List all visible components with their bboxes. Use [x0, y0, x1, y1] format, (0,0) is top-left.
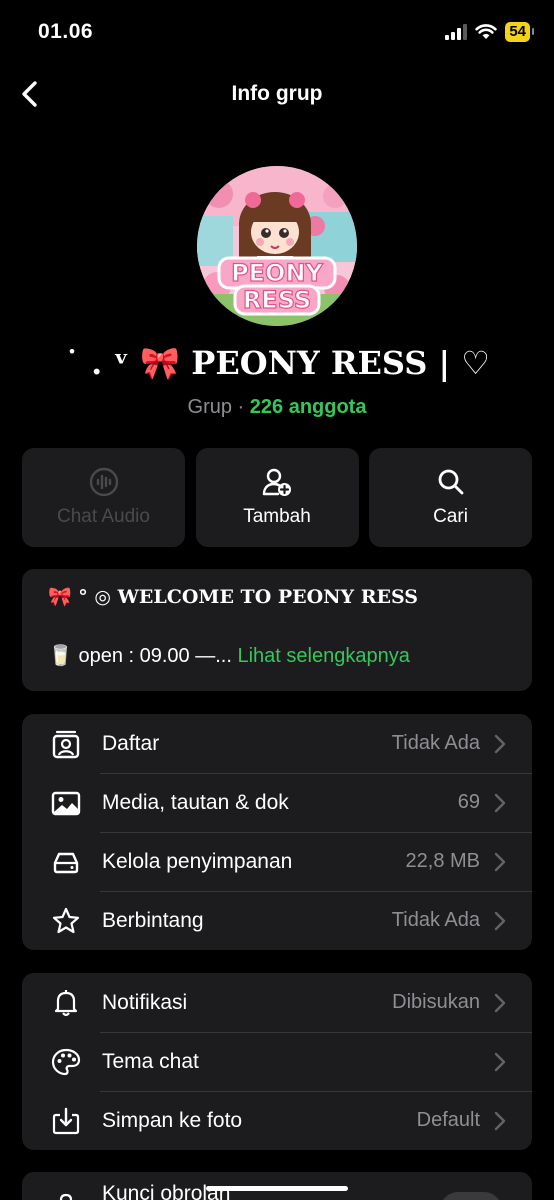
row-label: Media, tautan & dok	[102, 790, 289, 814]
description-title: 🎀 ° ◎ WELCOME TO PEONY RESS	[48, 586, 419, 608]
row-label: Berbintang	[102, 908, 204, 932]
chevron-right-icon	[494, 734, 506, 754]
row-daftar[interactable]: Daftar Tidak Ada	[22, 714, 532, 773]
star-icon	[50, 905, 82, 937]
row-value: Tidak Ada	[391, 732, 480, 754]
add-member-button[interactable]: Tambah	[195, 448, 359, 547]
status-icons: 54	[445, 22, 534, 42]
signal-icon	[445, 24, 468, 40]
group-type-label: Grup ·	[187, 396, 245, 418]
palette-icon	[50, 1046, 82, 1078]
info-list-settings: Notifikasi Dibisukan Tema chat Simpan ke	[22, 973, 532, 1150]
save-download-icon	[50, 1105, 82, 1137]
row-value: Dibisukan	[392, 991, 480, 1013]
page-title: Info grup	[231, 82, 323, 105]
row-notifications[interactable]: Notifikasi Dibisukan	[22, 973, 532, 1032]
member-count[interactable]: 226 anggota	[250, 396, 367, 418]
group-name[interactable]: ˙ . ᵛ 🎀 PEONY RESS | ♡	[0, 344, 554, 382]
search-icon	[438, 469, 463, 495]
avatar-illustration: PEONY RESS	[197, 166, 357, 326]
row-value: Default	[416, 1109, 480, 1131]
description-snippet: 🥛 open : 09.00 —... Lihat selengkapnya	[48, 643, 410, 668]
chevron-right-icon	[494, 793, 506, 813]
chat-audio-label: Chat Audio	[57, 506, 150, 527]
avatar-text-peony: PEONY	[231, 259, 323, 287]
search-label: Cari	[433, 506, 468, 527]
row-label: Simpan ke foto	[102, 1108, 243, 1132]
row-label: Kelola penyimpanan	[102, 849, 293, 873]
row-save-to-photos[interactable]: Simpan ke foto Default	[22, 1091, 532, 1150]
chevron-right-icon	[494, 993, 506, 1013]
photo-icon	[50, 787, 82, 819]
battery-indicator: 54	[505, 22, 534, 42]
avatar-text-ress: RESS	[243, 286, 311, 314]
add-member-label: Tambah	[243, 506, 311, 527]
group-description[interactable]: 🎀 ° ◎ WELCOME TO PEONY RESS 🥛 open : 09.…	[22, 569, 532, 691]
action-buttons: Chat Audio Tambah Cari	[22, 448, 532, 547]
group-avatar[interactable]: PEONY RESS	[197, 166, 357, 326]
lock-chat-toggle[interactable]	[440, 1192, 502, 1200]
chevron-right-icon	[494, 852, 506, 872]
bell-icon	[50, 987, 82, 1019]
list-person-icon	[50, 728, 82, 760]
row-value: 69	[457, 791, 480, 813]
row-storage[interactable]: Kelola penyimpanan 22,8 MB	[22, 832, 532, 891]
search-button[interactable]: Cari	[369, 448, 532, 547]
see-more-link[interactable]: Lihat selengkapnya	[232, 645, 409, 667]
chevron-right-icon	[494, 1111, 506, 1131]
status-time: 01.06	[38, 20, 94, 43]
row-starred[interactable]: Berbintang Tidak Ada	[22, 891, 532, 950]
lock-icon	[50, 1190, 82, 1200]
group-subtitle: Grup · 226 anggota	[0, 396, 554, 419]
row-label: Kunci obrolan	[102, 1182, 231, 1200]
row-value: 22,8 MB	[405, 850, 480, 872]
add-person-icon	[262, 468, 291, 496]
status-bar: 01.06 54	[0, 0, 554, 64]
home-indicator	[206, 1186, 348, 1191]
description-hours: 🥛 open : 09.00 —...	[48, 645, 232, 667]
wifi-icon	[475, 24, 498, 39]
storage-drive-icon	[50, 846, 82, 878]
row-label: Tema chat	[102, 1049, 199, 1073]
nav-bar: Info grup	[0, 70, 554, 120]
chevron-right-icon	[494, 911, 506, 931]
row-label: Notifikasi	[102, 990, 188, 1014]
row-chat-theme[interactable]: Tema chat	[22, 1032, 532, 1091]
chat-audio-button[interactable]: Chat Audio	[22, 448, 185, 547]
info-list-media: Daftar Tidak Ada Media, tautan & dok 69 …	[22, 714, 532, 950]
audio-waveform-icon	[89, 467, 118, 497]
row-media[interactable]: Media, tautan & dok 69	[22, 773, 532, 832]
row-value: Tidak Ada	[391, 909, 480, 931]
chevron-right-icon	[494, 1052, 506, 1072]
row-label: Daftar	[102, 731, 160, 755]
